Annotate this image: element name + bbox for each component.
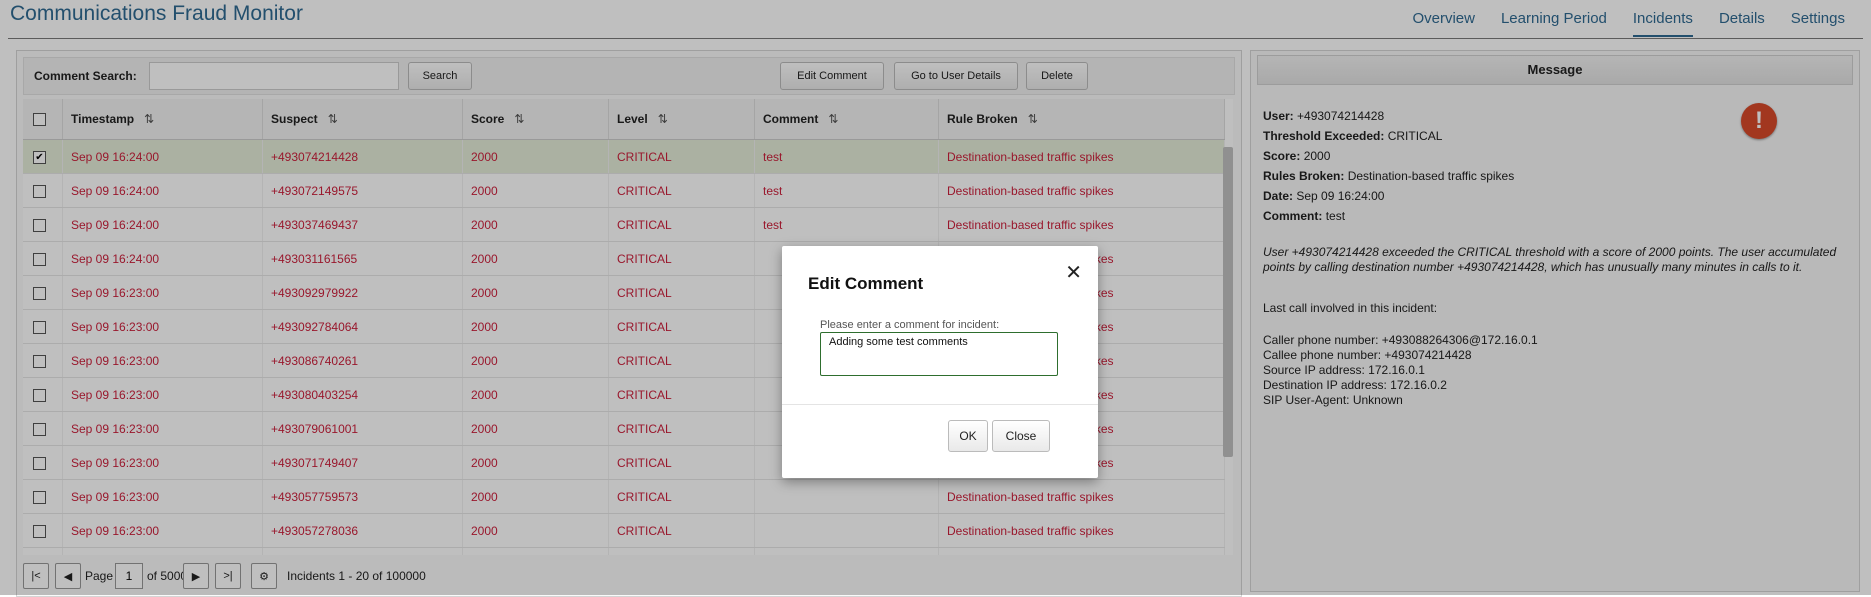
- app: Communications Fraud Monitor Overview Le…: [0, 0, 1871, 597]
- comment-input[interactable]: Adding some test comments: [820, 332, 1058, 376]
- close-icon[interactable]: ✕: [1065, 260, 1082, 285]
- dialog-divider: [782, 404, 1098, 405]
- edit-comment-dialog: Edit Comment ✕ Please enter a comment fo…: [782, 246, 1098, 478]
- ok-button[interactable]: OK: [948, 420, 988, 452]
- close-button[interactable]: Close: [992, 420, 1050, 452]
- dialog-title: Edit Comment: [808, 274, 924, 293]
- comment-prompt-label: Please enter a comment for incident:: [820, 319, 1000, 331]
